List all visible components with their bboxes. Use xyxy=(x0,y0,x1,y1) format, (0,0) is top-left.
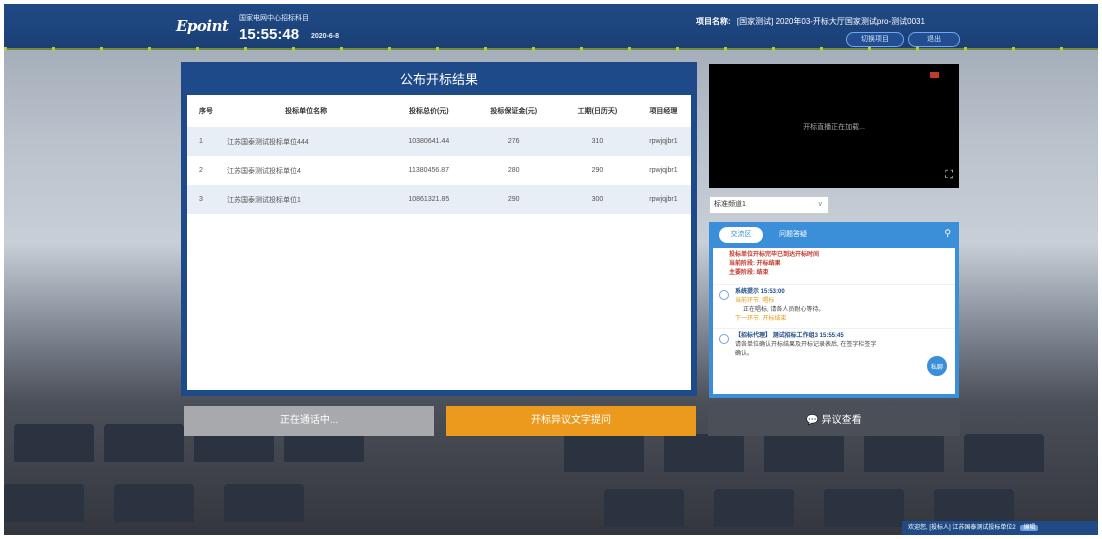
col-manager: 项目经理 xyxy=(649,108,678,115)
cell-manager: rpwjqjbr1 xyxy=(635,127,691,156)
cell-price: 10861321.85 xyxy=(389,185,469,214)
chat-bubble-icon: 💬 xyxy=(806,415,819,426)
project-info: 项目名称: [国家测试] 2020年03-开标大厅国家测试pro-测试0031 xyxy=(696,16,925,27)
edit-tag[interactable]: 编辑 xyxy=(1020,525,1039,531)
cell-bidder: 江苏国泰测试投标单位1 xyxy=(223,185,390,214)
chat-messages[interactable]: 投标单位开标完毕已到达开标时间 当前阶段: 开标结果 主要阶段: 结束 系统提示… xyxy=(713,248,955,394)
cell-duration: 290 xyxy=(591,167,604,174)
live-video-player[interactable]: 开标直播正在加载... ⛶ xyxy=(709,64,959,188)
cell-bidder: 江苏国泰测试投标单位4 xyxy=(227,167,301,175)
objection-text-button[interactable]: 开标异议文字提问 xyxy=(446,406,696,436)
user-role: [投标人] xyxy=(929,525,951,531)
welcome-text: 欢迎您, xyxy=(908,525,928,531)
chevron-down-icon: v xyxy=(818,201,823,208)
header-divider xyxy=(4,47,1098,51)
exit-button[interactable]: 退出 xyxy=(908,32,960,47)
user-status-bar: 欢迎您, [投标人] 江苏国泰测试投标单位2 编辑 xyxy=(902,521,1098,535)
video-loading-text: 开标直播正在加载... xyxy=(803,124,865,131)
col-deposit: 投标保证金(元) xyxy=(490,108,538,115)
connecting-button[interactable]: 正在通话中... xyxy=(184,406,434,436)
cell-deposit: 290 xyxy=(468,185,559,214)
tab-qa[interactable]: 问题答疑 xyxy=(779,227,807,243)
switch-project-button[interactable]: 切换项目 xyxy=(846,32,904,47)
col-index: 序号 xyxy=(199,108,213,115)
cell-manager: rpwjqjbr1 xyxy=(635,185,691,214)
cell-deposit: 276 xyxy=(468,127,559,156)
cell-duration: 310 xyxy=(558,127,636,156)
epoint-logo: Epoint xyxy=(176,17,229,35)
result-table-container: 序号 投标单位名称 投标总价(元) 投标保证金(元) 工期(日历天) 项目经理 … xyxy=(187,95,691,390)
cell-index: 1 xyxy=(187,127,223,156)
cell-bidder: 江苏国泰测试投标单位444 xyxy=(223,127,390,156)
table-row: 3 江苏国泰测试投标单位1 10861321.85 290 300 rpwjqj… xyxy=(187,185,691,214)
bid-result-panel: 公布开标结果 序号 投标单位名称 投标总价(元) 投标保证金(元) 工期(日历天… xyxy=(181,62,697,396)
avatar-icon xyxy=(719,290,729,300)
table-row: 1 江苏国泰测试投标单位444 10380641.44 276 310 rpwj… xyxy=(187,127,691,156)
chat-message: 系统提示 15:53:00 当前环节: 唱标 正在唱标, 请各人员耐心等待。 下… xyxy=(713,284,955,328)
message-line: 当前环节: 唱标 xyxy=(735,298,775,304)
message-line: 确认。 xyxy=(735,351,754,357)
system-status-line: 当前阶段: 开标结果 xyxy=(729,261,781,267)
cell-manager: rpwjqjbr1 xyxy=(649,167,678,174)
cell-duration: 300 xyxy=(558,185,636,214)
private-chat-button[interactable]: 私聊 xyxy=(925,354,949,378)
result-table: 序号 投标单位名称 投标总价(元) 投标保证金(元) 工期(日历天) 项目经理 … xyxy=(187,95,691,214)
fullscreen-icon[interactable]: ⛶ xyxy=(945,169,953,182)
objection-view-button[interactable]: 💬 异议查看 xyxy=(708,406,960,436)
avatar-icon xyxy=(719,334,729,344)
cell-price: 11380456.87 xyxy=(408,167,449,174)
system-status-line: 投标单位开标完毕已到达开标时间 xyxy=(729,252,820,258)
chat-header: 交流区 问题答疑 ⚲ xyxy=(709,222,959,248)
search-icon[interactable]: ⚲ xyxy=(944,228,951,239)
message-sender: 系统提示 15:53:00 xyxy=(735,289,785,295)
live-indicator-icon xyxy=(930,72,939,78)
app-frame: Epoint 国家电网中心招标科目 15:55:48 2020-6-8 项目名称… xyxy=(4,4,1098,535)
table-header-row: 序号 投标单位名称 投标总价(元) 投标保证金(元) 工期(日历天) 项目经理 xyxy=(187,95,691,127)
cell-index: 3 xyxy=(187,185,223,214)
chat-message: 【招标代理】 测试招标工作组3 15:55:45 请各单位确认开标结果及开标记录… xyxy=(713,328,955,363)
col-duration: 工期(日历天) xyxy=(577,108,618,115)
clock-date: 2020-6-8 xyxy=(311,33,340,40)
tab-discussion[interactable]: 交流区 xyxy=(719,227,763,243)
project-name: [国家测试] 2020年03-开标大厅国家测试pro-测试0031 xyxy=(736,17,925,26)
channel-select[interactable]: 标准频道1 v xyxy=(709,196,829,214)
message-line: 请各单位确认开标结果及开标记录表后, 在签字栏签字 xyxy=(735,342,877,348)
user-company: 江苏国泰测试投标单位2 xyxy=(952,525,1016,531)
system-status-line: 主要阶段: 结束 xyxy=(729,270,769,276)
col-price: 投标总价(元) xyxy=(408,108,449,115)
center-name: 国家电网中心招标科目 xyxy=(239,15,309,22)
clock-time: 15:55:48 xyxy=(239,26,300,43)
objection-view-label: 异议查看 xyxy=(821,415,862,426)
message-line: 下一环节: 开标结束 xyxy=(735,316,787,322)
chat-panel: 交流区 问题答疑 ⚲ 投标单位开标完毕已到达开标时间 当前阶段: 开标结果 主要… xyxy=(709,222,959,398)
col-bidder: 投标单位名称 xyxy=(285,108,328,115)
cell-price: 10380641.44 xyxy=(389,127,469,156)
cell-index: 2 xyxy=(199,167,203,174)
cell-deposit: 280 xyxy=(507,167,520,174)
project-label: 项目名称: xyxy=(696,17,731,26)
table-row: 2 江苏国泰测试投标单位4 11380456.87 280 290 rpwjqj… xyxy=(187,156,691,185)
message-sender: 【招标代理】 测试招标工作组3 15:55:45 xyxy=(735,333,844,339)
message-line: 正在唱标, 请各人员耐心等待。 xyxy=(743,307,825,313)
result-title: 公布开标结果 xyxy=(399,72,478,87)
channel-select-value: 标准频道1 xyxy=(714,201,746,208)
top-header: Epoint 国家电网中心招标科目 15:55:48 2020-6-8 项目名称… xyxy=(4,4,1098,51)
